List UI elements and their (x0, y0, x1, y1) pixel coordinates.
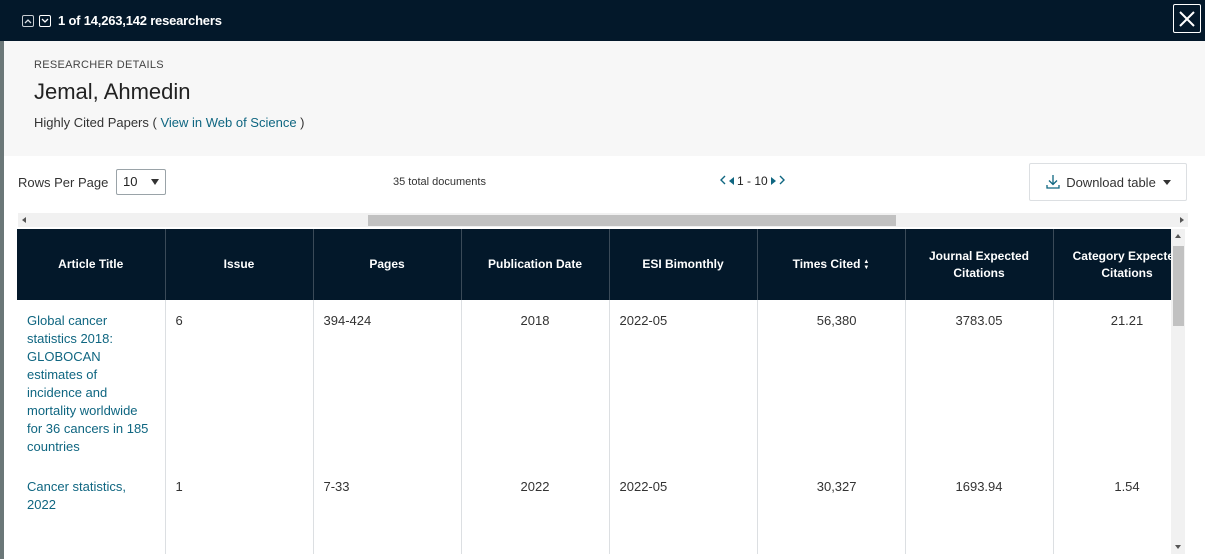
vertical-scrollbar[interactable] (1171, 229, 1185, 554)
details-header: RESEARCHER DETAILS Jemal, Ahmedin Highly… (4, 41, 1205, 156)
rows-per-page-label: Rows Per Page (18, 175, 109, 190)
close-icon (1179, 10, 1195, 27)
issue-cell: 6 (165, 300, 314, 466)
next-page-button[interactable] (770, 174, 776, 188)
scroll-down-icon[interactable] (1175, 545, 1181, 549)
caret-down-icon (151, 179, 159, 185)
first-page-button[interactable] (720, 174, 726, 188)
table-row: Global cancer statistics 2018: GLOBOCAN … (17, 300, 1171, 466)
top-bar: 1 of 14,263,142 researchers (0, 0, 1205, 41)
column-header-pages[interactable]: Pages (313, 229, 462, 300)
column-header-article-title[interactable]: Article Title (17, 229, 166, 300)
chevron-up-icon (24, 18, 32, 23)
rows-per-page-select[interactable]: 10 (116, 169, 166, 195)
researcher-navigation (22, 14, 51, 27)
view-in-wos-link[interactable]: View in Web of Science (160, 115, 296, 130)
highly-cited-subtitle: Highly Cited Papers ( View in Web of Sci… (34, 115, 305, 130)
documents-table: Article Title Issue Pages Publication Da… (17, 229, 1171, 554)
subtitle-suffix: ) (300, 115, 305, 130)
pages-cell: 7-33 (313, 466, 462, 554)
sort-icon[interactable]: ▲▼ (863, 259, 869, 271)
column-header-category-expected[interactable]: Category Expected Citations (1053, 229, 1171, 300)
table-header-row: Article Title Issue Pages Publication Da… (17, 229, 1171, 300)
article-title-link[interactable]: Global cancer statistics 2018: GLOBOCAN … (17, 300, 166, 466)
vertical-scroll-thumb[interactable] (1173, 246, 1184, 326)
scroll-right-icon[interactable] (1180, 217, 1184, 223)
chevron-right-icon (779, 175, 785, 185)
esi-bimonthly-cell: 2022-05 (609, 300, 758, 466)
previous-researcher-button[interactable] (22, 14, 34, 27)
next-researcher-button[interactable] (39, 14, 51, 27)
journal-expected-cell: 3783.05 (905, 300, 1054, 466)
previous-page-button[interactable] (729, 174, 734, 188)
researcher-name: Jemal, Ahmedin (34, 79, 191, 104)
chevron-down-icon (41, 18, 49, 23)
triangle-left-icon (729, 177, 734, 185)
publication-date-cell: 2022 (461, 466, 610, 554)
subtitle-prefix: Highly Cited Papers ( (34, 115, 157, 130)
documents-table-container: Article Title Issue Pages Publication Da… (17, 229, 1171, 554)
pagination: 1 - 10 (720, 174, 785, 188)
times-cited-cell: 30,327 (757, 466, 906, 554)
last-page-button[interactable] (779, 174, 785, 188)
researcher-details-panel: RESEARCHER DETAILS Jemal, Ahmedin Highly… (4, 41, 1205, 559)
download-table-label: Download table (1066, 174, 1156, 190)
article-title-link[interactable]: Cancer statistics, 2022 (17, 466, 166, 554)
page-range: 1 - 10 (737, 174, 768, 188)
scroll-left-icon[interactable] (22, 217, 26, 223)
pages-cell: 394-424 (313, 300, 462, 466)
total-documents: 35 total documents (393, 176, 486, 188)
chevron-left-icon (720, 175, 726, 185)
close-button[interactable] (1173, 4, 1201, 33)
times-cited-label: Times Cited (792, 257, 861, 271)
issue-cell: 1 (165, 466, 314, 554)
section-kicker: RESEARCHER DETAILS (34, 59, 164, 71)
caret-down-icon (1162, 179, 1171, 185)
column-header-times-cited[interactable]: Times Cited ▲▼ (757, 229, 906, 300)
column-header-journal-expected[interactable]: Journal Expected Citations (905, 229, 1054, 300)
triangle-right-icon (770, 177, 776, 185)
column-header-esi-bimonthly[interactable]: ESI Bimonthly (609, 229, 758, 300)
table-row: Cancer statistics, 2022 1 7-33 2022 2022… (17, 466, 1171, 554)
publication-date-cell: 2018 (461, 300, 610, 466)
times-cited-cell: 56,380 (757, 300, 906, 466)
download-icon (1046, 175, 1060, 189)
horizontal-scroll-thumb[interactable] (368, 215, 896, 226)
category-expected-cell: 1.54 (1053, 466, 1171, 554)
category-expected-cell: 21.21 (1053, 300, 1171, 466)
rows-per-page-value: 10 (123, 174, 138, 189)
journal-expected-cell: 1693.94 (905, 466, 1054, 554)
column-header-publication-date[interactable]: Publication Date (461, 229, 610, 300)
column-header-issue[interactable]: Issue (165, 229, 314, 300)
researcher-counter: 1 of 14,263,142 researchers (58, 13, 222, 28)
horizontal-scrollbar[interactable] (18, 213, 1188, 227)
download-table-button[interactable]: Download table (1029, 163, 1187, 201)
esi-bimonthly-cell: 2022-05 (609, 466, 758, 554)
scroll-up-icon[interactable] (1175, 234, 1181, 238)
